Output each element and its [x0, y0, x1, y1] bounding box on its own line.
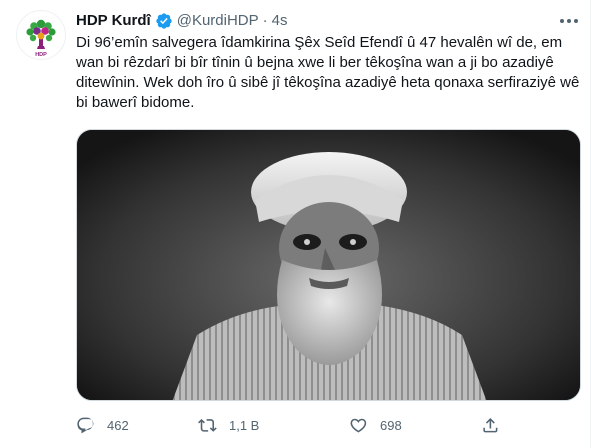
tweet-actions: 462 1,1 B 698 — [76, 411, 556, 439]
verified-badge-icon — [155, 12, 173, 30]
tweet[interactable]: HDP HDP Kurdî @KurdiHDP · 4s Di 96’emîn … — [0, 0, 591, 448]
share-button[interactable] — [481, 411, 512, 439]
author-handle[interactable]: @KurdiHDP — [177, 11, 259, 31]
more-options-button[interactable] — [554, 6, 584, 36]
tweet-header: HDP Kurdî @KurdiHDP · 4s — [76, 11, 540, 31]
like-count: 698 — [380, 417, 402, 433]
retweet-count: 1,1 B — [229, 417, 260, 433]
heart-icon — [349, 416, 368, 435]
retweet-button[interactable]: 1,1 B — [198, 411, 259, 439]
tweet-photo[interactable] — [76, 129, 581, 401]
like-button[interactable]: 698 — [349, 411, 402, 439]
avatar-label: HDP — [35, 52, 47, 58]
tweet-text: Di 96’emîn salvegera îdamkirina Şêx Seîd… — [76, 34, 580, 111]
reply-button[interactable]: 462 — [76, 411, 129, 439]
more-dot — [574, 19, 578, 23]
portrait-photo — [77, 130, 580, 400]
reply-count: 462 — [107, 417, 129, 433]
share-icon — [481, 416, 500, 435]
separator-dot: · — [262, 12, 268, 29]
tweet-timestamp[interactable]: 4s — [272, 11, 288, 31]
author-name[interactable]: HDP Kurdî — [76, 11, 151, 31]
reply-icon — [76, 416, 95, 435]
more-dot — [567, 19, 571, 23]
more-dots-icon — [560, 19, 564, 23]
hdp-logo-icon: HDP — [26, 19, 56, 58]
retweet-icon — [198, 416, 217, 435]
avatar[interactable]: HDP — [16, 10, 66, 60]
